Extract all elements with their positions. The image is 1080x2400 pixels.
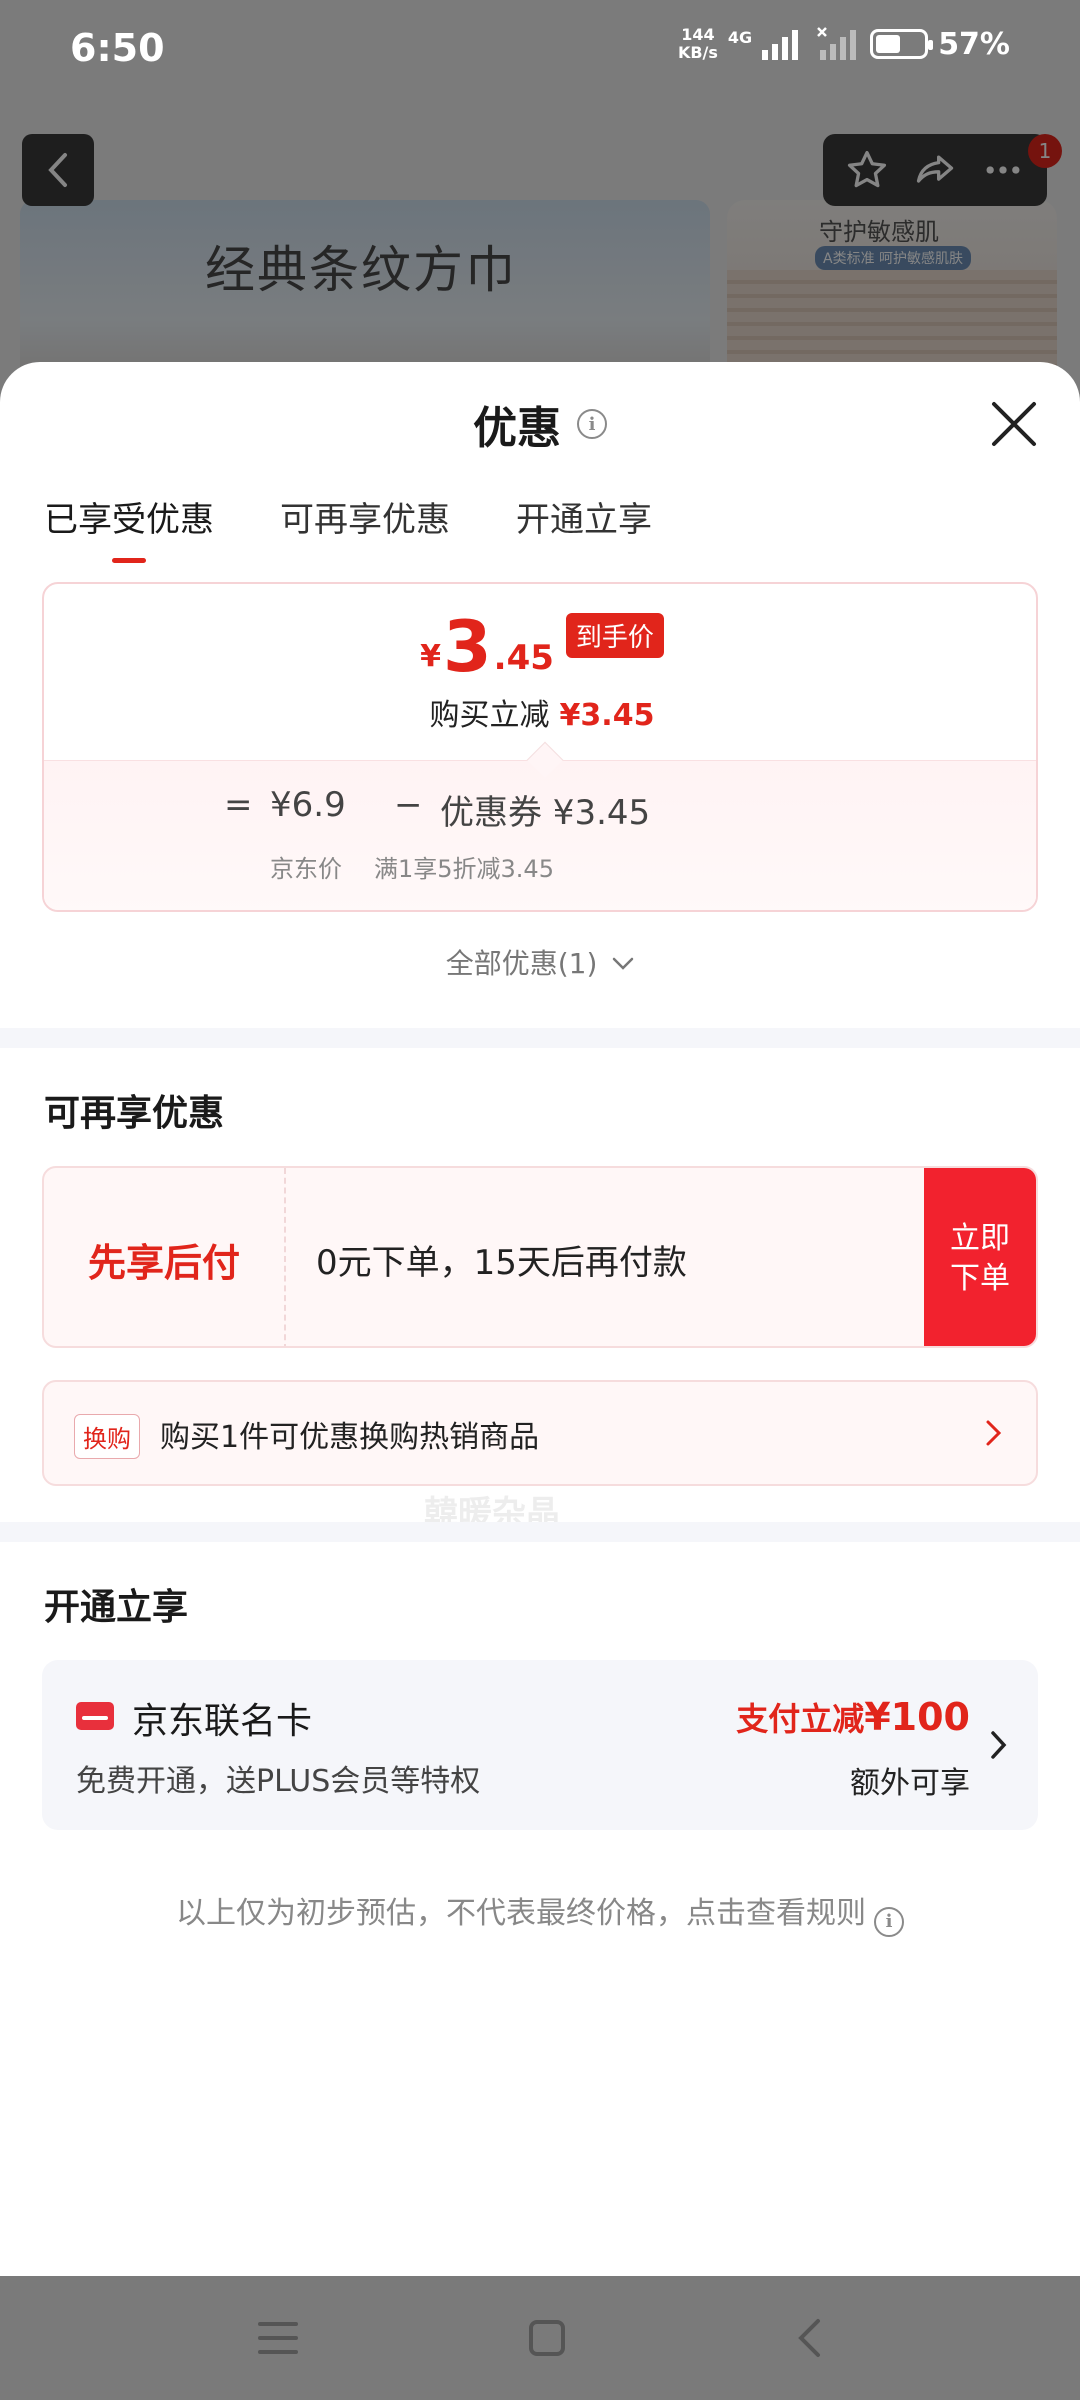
final-price-tag: 到手价: [565, 613, 664, 658]
order-now-button[interactable]: 立即下单: [924, 1168, 1036, 1346]
chevron-down-icon: [613, 957, 634, 970]
battery-percent: 57%: [938, 26, 1010, 62]
menu-icon[interactable]: [258, 2320, 298, 2356]
network-type: 4G: [727, 28, 753, 47]
card-name: 京东联名卡: [132, 1701, 313, 1742]
more-available-title: 可再享优惠: [44, 1093, 225, 1134]
sheet-title: 优惠: [473, 403, 561, 454]
price-decimal: .45: [493, 638, 554, 678]
exchange-tag: 换购: [74, 1414, 140, 1459]
price-currency: ¥: [420, 639, 441, 674]
tab-open-to-enjoy[interactable]: 开通立享: [516, 492, 652, 563]
chevron-right-icon: [991, 1731, 1007, 1759]
coupon-amount: 优惠券 ¥3.45: [440, 793, 651, 833]
discount-label: 购买立减: [429, 698, 550, 733]
final-price-card: ¥ 3 .45 到手价 购买立减 ¥3.45 = ¥6.9 − 优惠券 ¥3.45…: [42, 582, 1038, 912]
status-indicators: 144 KB/s 4G 57%: [678, 26, 1010, 62]
pay-later-label: 先享后付: [44, 1168, 286, 1346]
price-disclaimer[interactable]: 以上仅为初步预估，不代表最终价格，点击查看规则 i: [0, 1888, 1080, 1937]
promo-tabs: 已享受优惠 可再享优惠 开通立享: [44, 492, 652, 563]
home-icon[interactable]: [528, 2319, 566, 2357]
signal-icon: [762, 30, 799, 60]
info-icon: i: [874, 1906, 904, 1937]
speed-unit: KB/s: [677, 43, 718, 62]
system-nav-bar: [0, 2276, 1080, 2400]
equals-sign: =: [224, 785, 253, 825]
open-to-enjoy-title: 开通立享: [44, 1587, 189, 1628]
jd-price: ¥6.9: [270, 785, 346, 825]
discount-summary: 购买立减 ¥3.45: [44, 690, 1036, 734]
price-breakdown: = ¥6.9 − 优惠券 ¥3.45 京东价 满1享5折减3.45: [44, 741, 1036, 910]
status-bar: 6:50 144 KB/s 4G 57%: [0, 0, 1080, 100]
price-summary: ¥ 3 .45 到手价 购买立减 ¥3.45: [44, 584, 1036, 760]
info-icon[interactable]: i: [577, 409, 607, 439]
card-promo-label: 支付立减: [736, 1700, 865, 1738]
exchange-description: 购买1件可优惠换购热销商品: [160, 1420, 540, 1455]
battery-icon: [870, 29, 934, 59]
credit-card-icon: [76, 1702, 114, 1730]
speed-value: 144: [681, 25, 715, 44]
tab-more-available[interactable]: 可再享优惠: [280, 492, 450, 563]
section-divider-2: [0, 1522, 1080, 1542]
all-promotions-toggle[interactable]: 全部优惠(1): [0, 942, 1080, 982]
discount-value: ¥3.45: [559, 698, 655, 733]
jd-price-label: 京东价: [270, 855, 342, 883]
exchange-purchase-card[interactable]: 换购 购买1件可优惠换购热销商品: [42, 1380, 1038, 1486]
signal-icon-secondary: [817, 27, 857, 60]
price-integer: 3: [442, 606, 492, 688]
sheet-header: 优惠 i: [0, 392, 1080, 456]
back-icon[interactable]: [796, 2318, 822, 2358]
pay-later-card[interactable]: 先享后付 0元下单，15天后再付款 立即下单: [42, 1166, 1038, 1348]
all-promotions-label: 全部优惠(1): [445, 947, 598, 980]
minus-sign: −: [394, 785, 423, 825]
card-promo-value: ¥100: [864, 1695, 970, 1739]
close-icon[interactable]: [988, 398, 1040, 450]
card-extra-note: 额外可享: [850, 1766, 970, 1801]
chevron-right-icon: [986, 1420, 1002, 1446]
final-price: ¥ 3 .45 到手价: [44, 606, 1036, 688]
co-branded-card-offer[interactable]: 京东联名卡 免费开通，送PLUS会员等特权 支付立减¥100 额外可享: [42, 1660, 1038, 1830]
card-description: 免费开通，送PLUS会员等特权: [76, 1764, 481, 1799]
pay-later-description: 0元下单，15天后再付款: [316, 1242, 687, 1283]
status-time: 6:50: [70, 26, 165, 70]
card-promo: 支付立减¥100: [736, 1694, 970, 1740]
network-speed: 144 KB/s: [678, 26, 718, 62]
disclaimer-text: 以上仅为初步预估，不代表最终价格，点击查看规则: [176, 1896, 866, 1931]
promotions-sheet: 优惠 i 已享受优惠 可再享优惠 开通立享 ¥ 3 .45 到手价 购买立减 ¥3…: [0, 362, 1080, 2276]
coupon-condition: 满1享5折减3.45: [374, 855, 554, 883]
section-divider: [0, 1028, 1080, 1048]
tab-enjoyed[interactable]: 已享受优惠: [44, 492, 214, 563]
